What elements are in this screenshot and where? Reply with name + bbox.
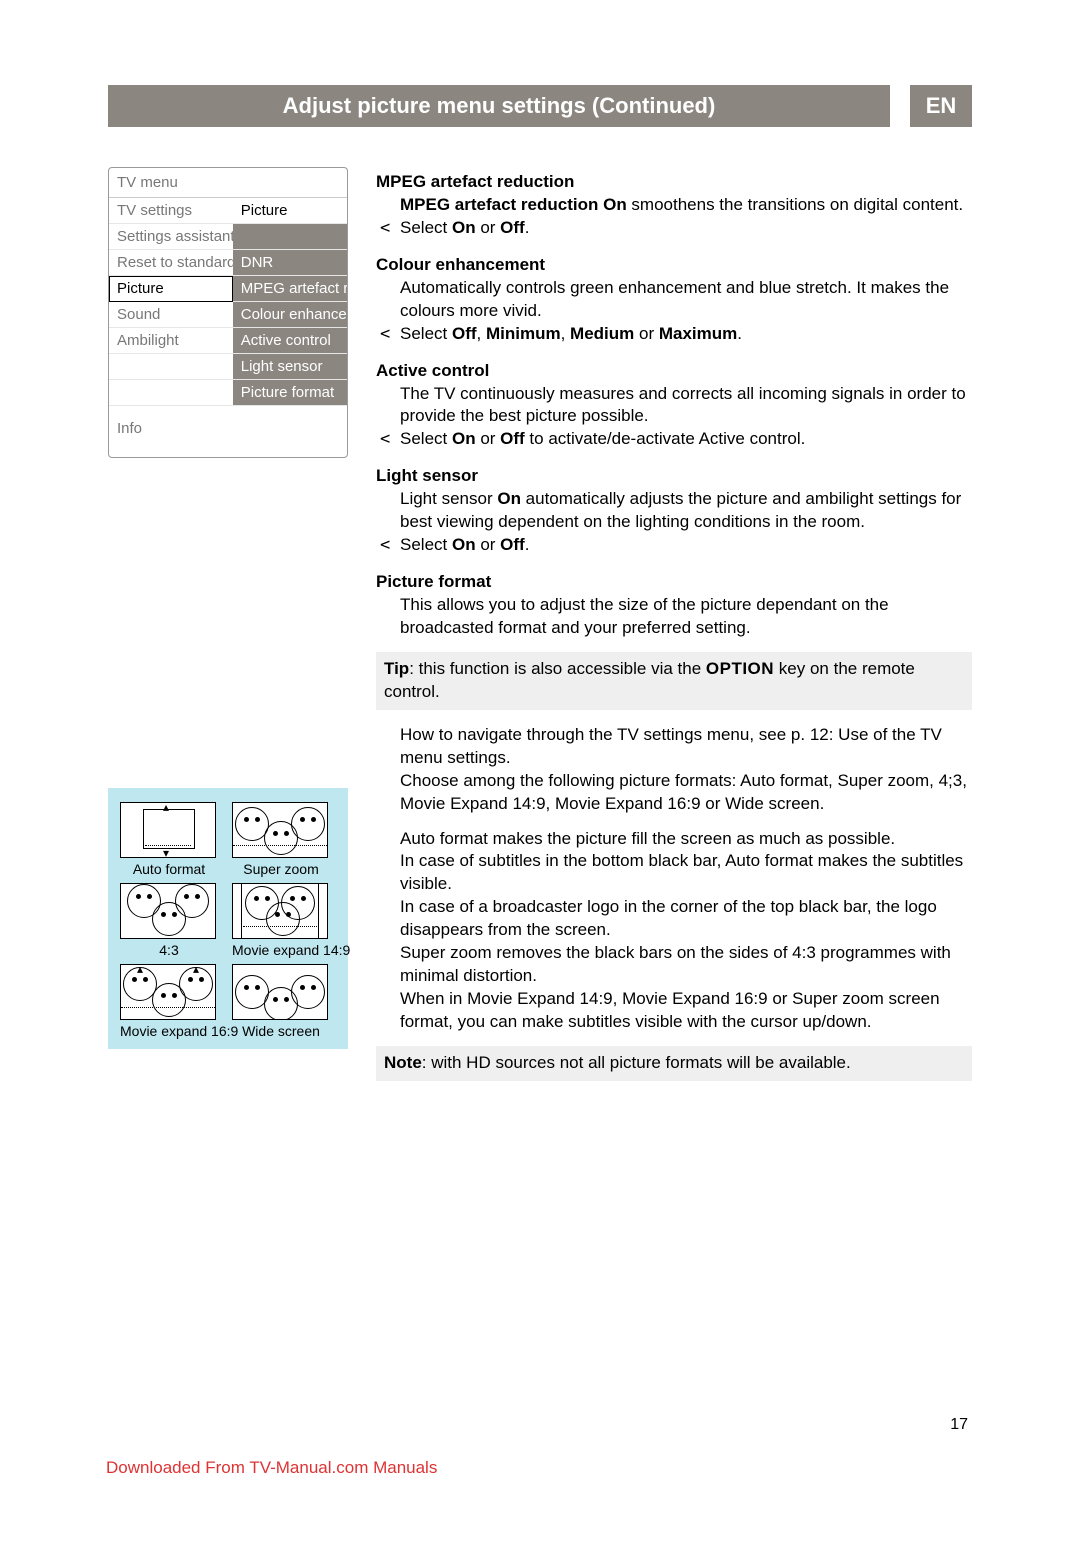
title-bar: Adjust picture menu settings (Continued)…	[108, 85, 972, 127]
pformat-nav: How to navigate through the TV settings …	[400, 724, 972, 770]
colour-bullet: Select Off, Minimum, Medium or Maximum.	[400, 323, 972, 346]
light-bullet: Select On or Off.	[400, 534, 972, 557]
page-title: Adjust picture menu settings (Continued)	[108, 85, 890, 127]
menu-col-b-header: Picture	[233, 198, 347, 224]
tv-menu-panel: TV menu TV settings Settings assistant R…	[108, 167, 348, 458]
body-text-column: MPEG artefact reduction MPEG artefact re…	[376, 167, 972, 1095]
thumb-auto-format: ▴ ▾	[120, 802, 216, 858]
section-title-pformat: Picture format	[376, 571, 972, 594]
thumb-label: Super zoom	[232, 861, 330, 877]
pformat-auto3: In case of a broadcaster logo in the cor…	[400, 896, 972, 942]
submenu-picture-format[interactable]: Picture format	[233, 380, 347, 406]
light-body: Light sensor On automatically adjusts th…	[400, 488, 972, 534]
thumb-4-3	[120, 883, 216, 939]
active-bullet: Select On or Off to activate/de-activate…	[400, 428, 972, 451]
colour-body: Automatically controls green enhancement…	[400, 277, 972, 323]
note-box: Note: with HD sources not all picture fo…	[376, 1046, 972, 1081]
submenu-current[interactable]: ............	[233, 224, 347, 250]
language-badge: EN	[910, 85, 972, 127]
thumb-wide-screen	[232, 964, 328, 1020]
pformat-auto2: In case of subtitles in the bottom black…	[400, 850, 972, 896]
thumb-label: Movie expand 14:9	[232, 942, 330, 958]
tip-box: Tip: this function is also accessible vi…	[376, 652, 972, 710]
thumb-label: Auto format	[120, 861, 218, 877]
submenu-active-control[interactable]: Active control	[233, 328, 347, 354]
thumb-super-zoom	[232, 802, 328, 858]
submenu-colour-enhance[interactable]: Colour enhancem..	[233, 302, 347, 328]
menu-item-picture[interactable]: Picture	[109, 276, 233, 302]
submenu-light-sensor[interactable]: Light sensor	[233, 354, 347, 380]
menu-col-a-header: TV settings	[109, 198, 233, 224]
footer-download-link[interactable]: Downloaded From TV-Manual.com Manuals	[106, 1458, 437, 1478]
section-title-active: Active control	[376, 360, 972, 383]
active-body: The TV continuously measures and correct…	[400, 383, 972, 429]
section-title-mpeg: MPEG artefact reduction	[376, 171, 972, 194]
pformat-super: Super zoom removes the black bars on the…	[400, 942, 972, 988]
menu-item-sound[interactable]: Sound	[109, 302, 233, 328]
menu-item-blank	[109, 354, 233, 380]
menu-info-label: Info	[109, 406, 347, 457]
menu-item-settings-assistant[interactable]: Settings assistant	[109, 224, 233, 250]
submenu-dnr[interactable]: DNR	[233, 250, 347, 276]
pformat-auto1: Auto format makes the picture fill the s…	[400, 828, 972, 851]
thumb-label: Movie expand 16:9	[120, 1023, 218, 1039]
picture-format-thumbnails: ▴ ▾ Auto format Super zoom	[108, 788, 348, 1049]
mpeg-bullet: Select On or Off.	[400, 217, 972, 240]
mpeg-body: MPEG artefact reduction On smoothens the…	[400, 194, 972, 217]
thumb-movie-14-9	[232, 883, 328, 939]
section-title-light: Light sensor	[376, 465, 972, 488]
menu-item-blank	[109, 380, 233, 406]
section-title-colour: Colour enhancement	[376, 254, 972, 277]
pformat-choose: Choose among the following picture forma…	[400, 770, 972, 816]
page-number: 17	[950, 1416, 968, 1434]
menu-item-reset[interactable]: Reset to standard	[109, 250, 233, 276]
thumb-label: Wide screen	[232, 1023, 330, 1039]
menu-item-ambilight[interactable]: Ambilight	[109, 328, 233, 354]
tv-menu-title: TV menu	[109, 168, 347, 198]
thumb-label: 4:3	[120, 942, 218, 958]
pformat-intro: This allows you to adjust the size of th…	[400, 594, 972, 640]
pformat-movie: When in Movie Expand 14:9, Movie Expand …	[400, 988, 972, 1034]
thumb-movie-16-9: ▴ ▴	[120, 964, 216, 1020]
submenu-mpeg[interactable]: MPEG artefact red.	[233, 276, 347, 302]
